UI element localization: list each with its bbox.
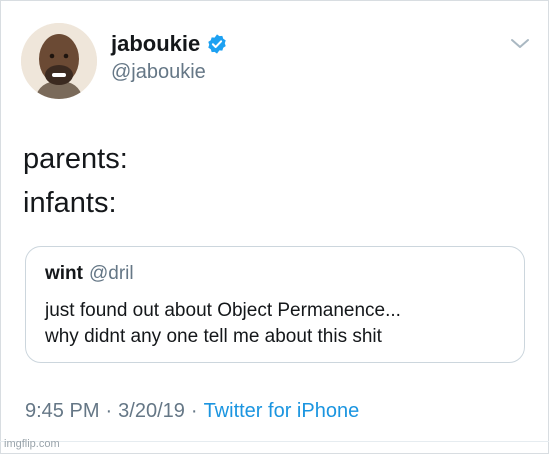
author-name-row: jaboukie: [111, 31, 228, 57]
author-handle[interactable]: @jaboukie: [111, 61, 206, 84]
tweet-text: parents: infants:: [23, 137, 128, 225]
tweet-source-link[interactable]: Twitter for iPhone: [204, 400, 360, 423]
chevron-down-icon[interactable]: [509, 37, 531, 51]
quoted-tweet-text: just found out about Object Permanence..…: [45, 298, 401, 350]
quoted-tweet[interactable]: wint @dril just found out about Object P…: [25, 246, 525, 363]
verified-badge-icon: [206, 33, 228, 55]
quoted-tweet-header: wint @dril: [45, 263, 134, 285]
tweet-card: jaboukie @jaboukie parents: infants: win…: [0, 0, 549, 454]
tweet-time[interactable]: 9:45 PM: [25, 400, 99, 423]
watermark: imgflip.com: [4, 438, 60, 450]
avatar[interactable]: [21, 23, 97, 99]
meta-separator: ·: [105, 400, 113, 422]
quoted-tweet-line: why didnt any one tell me about this shi…: [45, 326, 382, 347]
tweet-line: infants:: [23, 187, 117, 219]
divider: [0, 441, 549, 442]
author-display-name[interactable]: jaboukie: [111, 31, 200, 57]
quoted-tweet-line: just found out about Object Permanence..…: [45, 300, 401, 321]
quoted-author-name: wint: [45, 263, 83, 284]
tweet-meta: 9:45 PM · 3/20/19 · Twitter for iPhone: [25, 400, 359, 423]
meta-separator: ·: [190, 400, 198, 422]
quoted-author-handle: @dril: [89, 263, 134, 284]
tweet-date[interactable]: 3/20/19: [118, 400, 185, 423]
tweet-line: parents:: [23, 143, 128, 175]
